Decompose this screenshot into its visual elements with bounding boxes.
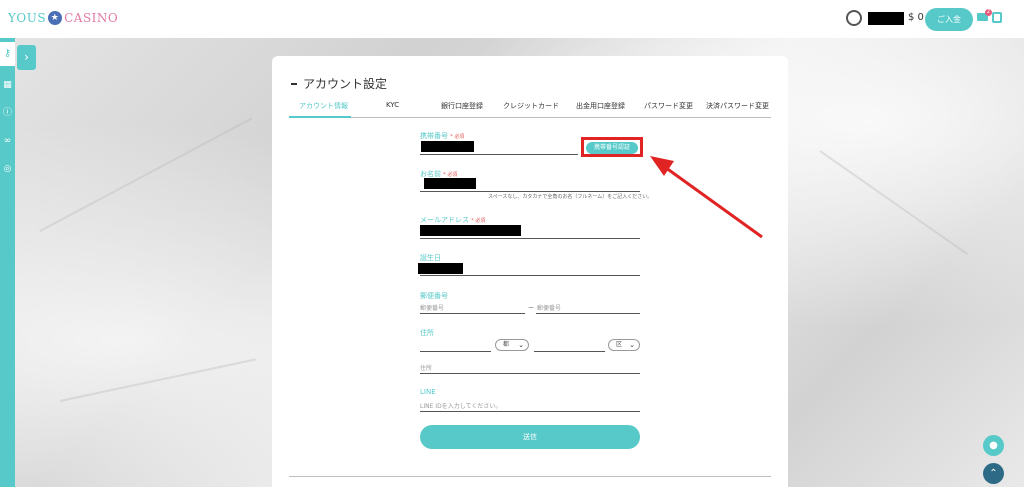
arrow-shaft bbox=[661, 163, 763, 239]
arrow-head bbox=[650, 156, 674, 176]
scroll-top-icon[interactable]: ⌃ bbox=[983, 463, 1004, 484]
annotation-arrow bbox=[650, 156, 763, 239]
chat-icon[interactable]: ● bbox=[983, 435, 1004, 456]
